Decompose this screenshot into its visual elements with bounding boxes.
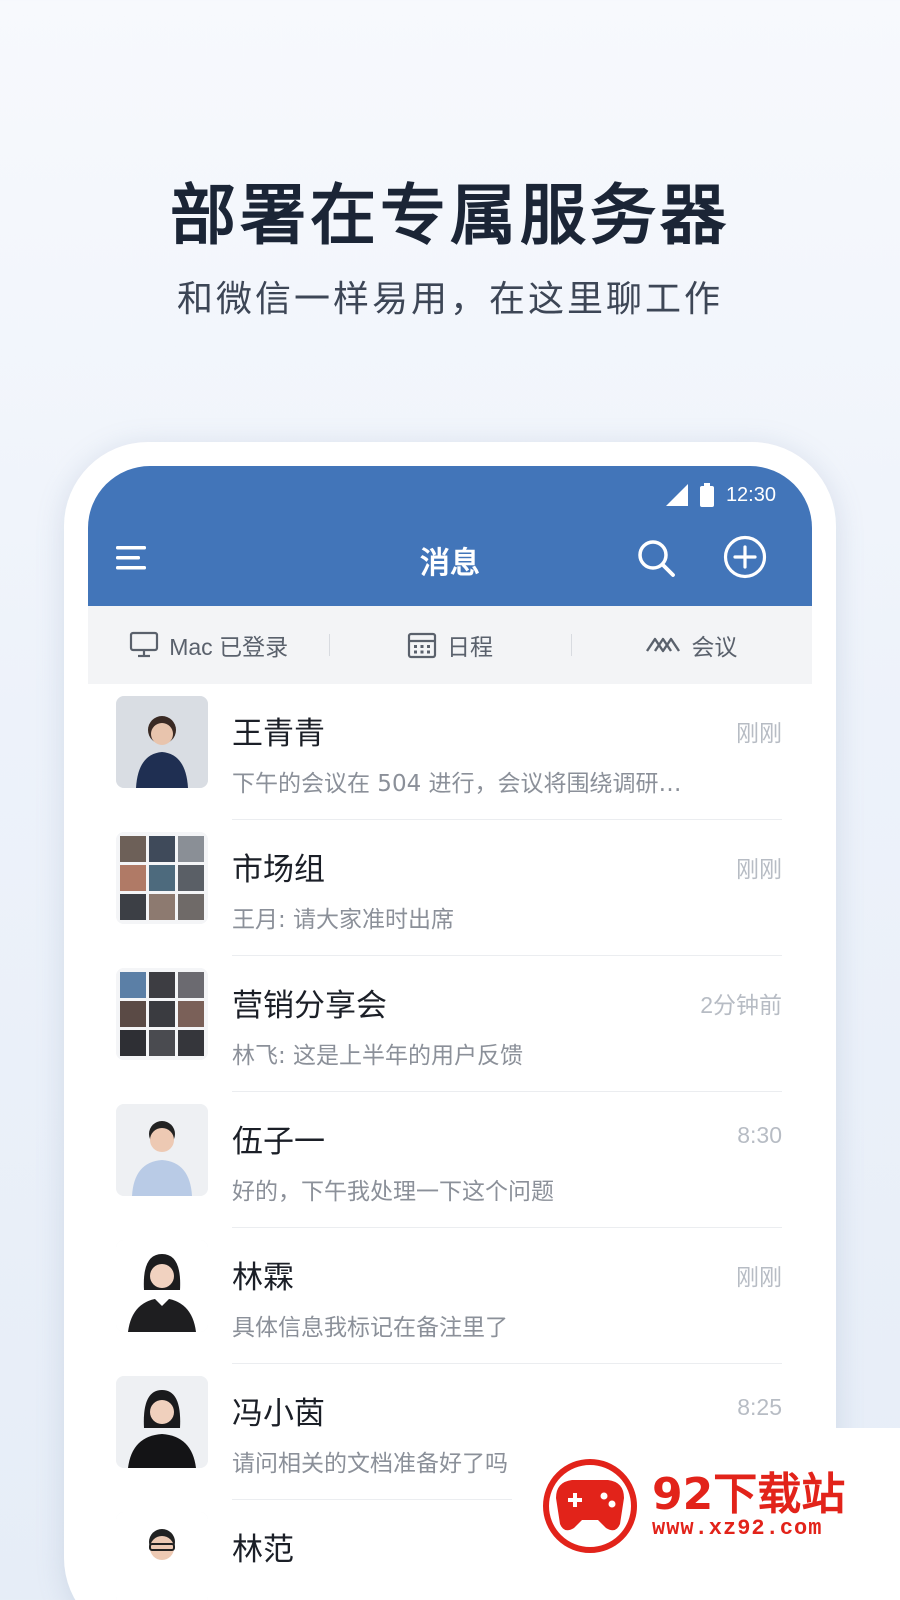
chat-name: 王青青 [232, 716, 325, 752]
chat-preview: 下午的会议在 504 进行，会议将围绕调研… [232, 771, 682, 797]
chat-row-linlin[interactable]: 林霖 刚刚 具体信息我标记在备注里了 [88, 1228, 812, 1364]
meeting-icon [646, 637, 681, 653]
battery-icon [699, 483, 714, 507]
chat-row-yingxiaofenxianghui[interactable]: 营销分享会 2分钟前 林飞: 这是上半年的用户反馈 [88, 956, 812, 1092]
chat-name: 市场组 [232, 852, 325, 888]
chat-name: 林范 [232, 1532, 294, 1568]
watermark-url: www.xz92.com [652, 1516, 823, 1541]
promo-subtitle: 和微信一样易用，在这里聊工作 [176, 279, 723, 320]
chat-row-shichangzu[interactable]: 市场组 刚刚 王月: 请大家准时出席 [88, 820, 812, 956]
chat-time: 8:25 [737, 1394, 782, 1420]
quick-item-label: 会议 [691, 634, 738, 660]
gamepad-logo-icon [543, 1459, 637, 1553]
avatar [116, 1376, 208, 1468]
watermark-name: 92下载站 [652, 1469, 846, 1520]
page-title: 消息 [420, 546, 480, 581]
chat-name: 伍子一 [232, 1124, 325, 1160]
avatar [116, 1512, 208, 1600]
avatar [116, 696, 208, 788]
chat-time: 刚刚 [736, 720, 782, 746]
desktop-icon [130, 631, 159, 658]
promo-title: 部署在专属服务器 [170, 177, 730, 254]
chat-time: 刚刚 [736, 1264, 782, 1290]
add-circle-icon[interactable] [722, 534, 768, 580]
quick-item-meeting[interactable]: 会议 [570, 606, 812, 684]
status-time: 12:30 [725, 483, 776, 506]
nav-row: 消息 [88, 518, 812, 598]
chat-row-wangqingqing[interactable]: 王青青 刚刚 下午的会议在 504 进行，会议将围绕调研… [88, 684, 812, 820]
menu-icon[interactable] [114, 540, 154, 576]
chat-preview: 具体信息我标记在备注里了 [232, 1315, 508, 1341]
chat-preview: 王月: 请大家准时出席 [232, 907, 455, 933]
chat-time: 刚刚 [736, 856, 782, 882]
group-avatar [116, 832, 208, 924]
chat-name: 营销分享会 [232, 988, 387, 1024]
chat-time: 2分钟前 [700, 992, 782, 1018]
avatar [116, 1240, 208, 1332]
calendar-icon [407, 632, 437, 659]
quick-item-device[interactable]: Mac 已登录 [88, 606, 329, 684]
chat-name: 林霖 [232, 1260, 294, 1296]
chat-time: 8:30 [737, 1122, 782, 1148]
chat-row-wuziyi[interactable]: 伍子一 8:30 好的，下午我处理一下这个问题 [88, 1092, 812, 1228]
avatar [116, 1104, 208, 1196]
chat-preview: 好的，下午我处理一下这个问题 [232, 1179, 554, 1205]
signal-icon [665, 484, 688, 506]
chat-preview: 林飞: 这是上半年的用户反馈 [232, 1043, 524, 1069]
chat-name: 冯小茵 [232, 1396, 325, 1432]
quick-item-label: 日程 [446, 634, 493, 660]
watermark: 92下载站 www.xz92.com [512, 1428, 900, 1600]
status-bar: 12:30 [665, 480, 776, 510]
quick-bar: Mac 已登录 日程 会议 [88, 606, 812, 684]
group-avatar [116, 968, 208, 1060]
app-bar: 12:30 消息 [88, 466, 812, 606]
search-icon[interactable] [634, 536, 678, 580]
quick-item-schedule[interactable]: 日程 [329, 606, 570, 684]
quick-item-label: Mac 已登录 [169, 634, 289, 660]
